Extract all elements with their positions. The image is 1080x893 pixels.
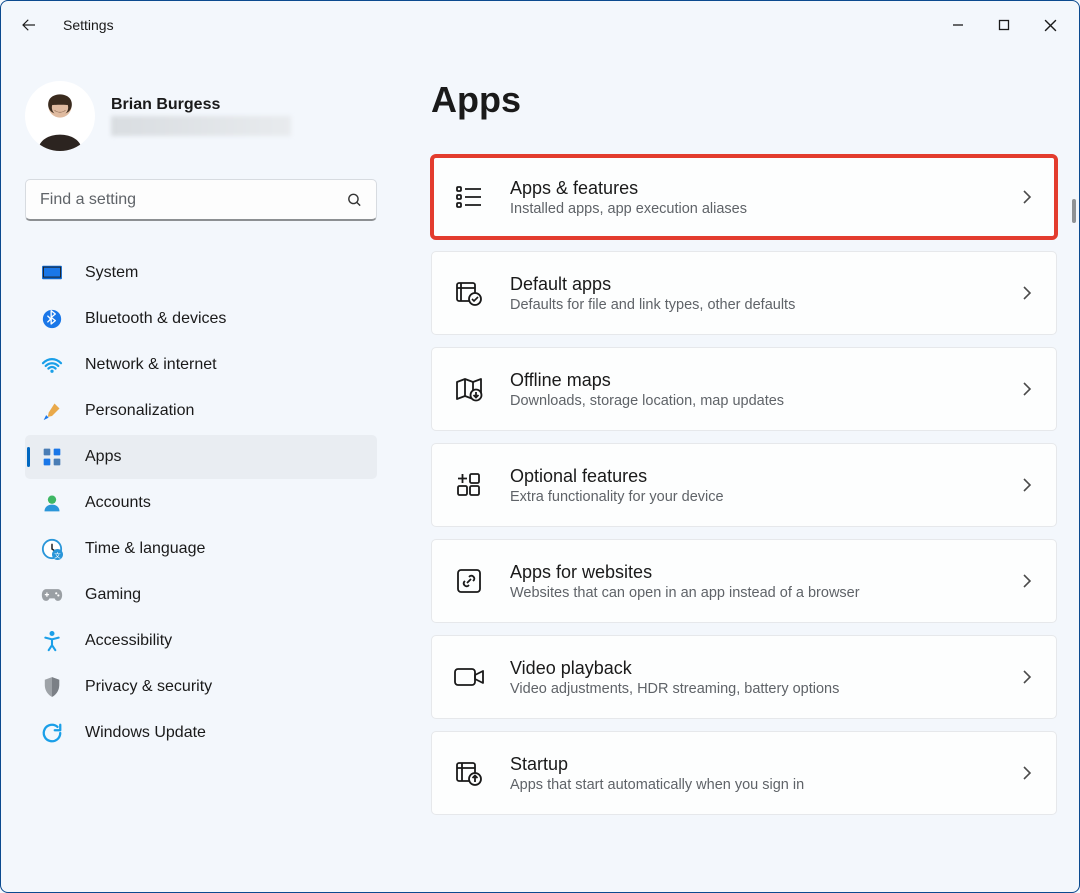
chevron-right-icon (1022, 477, 1032, 493)
accounts-icon (41, 492, 63, 514)
search-input[interactable] (25, 179, 377, 221)
brush-icon (41, 400, 63, 422)
profile-email-redacted (111, 116, 291, 136)
chevron-right-icon (1022, 189, 1032, 205)
card-subtitle: Extra functionality for your device (510, 489, 998, 505)
close-icon (1044, 19, 1057, 32)
startup-icon (452, 756, 486, 790)
link-square-icon (452, 564, 486, 598)
bluetooth-icon (41, 308, 63, 330)
sidebar-item-label: Windows Update (85, 724, 206, 742)
card-subtitle: Downloads, storage location, map updates (510, 393, 998, 409)
profile-card[interactable]: Brian Burgess (25, 73, 377, 171)
chevron-right-icon (1022, 285, 1032, 301)
sidebar-item-system[interactable]: System (25, 251, 377, 295)
back-arrow-icon (20, 16, 38, 34)
apps-features-icon (452, 180, 486, 214)
chevron-right-icon (1022, 573, 1032, 589)
card-title: Video playback (510, 658, 998, 679)
profile-name: Brian Burgess (111, 96, 291, 114)
map-icon (452, 372, 486, 406)
settings-window: Settings (0, 0, 1080, 893)
card-default-apps[interactable]: Default apps Defaults for file and link … (431, 251, 1057, 335)
page-title: Apps (431, 79, 1057, 121)
maximize-icon (998, 19, 1010, 31)
sidebar-item-personalization[interactable]: Personalization (25, 389, 377, 433)
sidebar-item-accounts[interactable]: Accounts (25, 481, 377, 525)
sidebar-item-label: Time & language (85, 540, 205, 558)
sidebar-item-label: Accessibility (85, 632, 172, 650)
chevron-right-icon (1022, 765, 1032, 781)
sidebar-item-label: Privacy & security (85, 678, 212, 696)
privacy-icon (41, 676, 63, 698)
sidebar-item-label: Gaming (85, 586, 141, 604)
window-controls (935, 9, 1073, 41)
sidebar-item-label: Apps (85, 448, 121, 466)
sidebar-item-label: Accounts (85, 494, 151, 512)
apps-icon (41, 446, 63, 468)
sidebar-item-accessibility[interactable]: Accessibility (25, 619, 377, 663)
main-content: Apps Apps & features Installed apps, app… (391, 49, 1079, 892)
card-optional-features[interactable]: Optional features Extra functionality fo… (431, 443, 1057, 527)
card-title: Offline maps (510, 370, 998, 391)
sidebar-item-update[interactable]: Windows Update (25, 711, 377, 755)
sidebar-item-label: Personalization (85, 402, 194, 420)
sidebar-item-time[interactable]: 文 Time & language (25, 527, 377, 571)
titlebar: Settings (1, 1, 1079, 49)
minimize-button[interactable] (935, 9, 981, 41)
card-video-playback[interactable]: Video playback Video adjustments, HDR st… (431, 635, 1057, 719)
default-apps-icon (452, 276, 486, 310)
sidebar-item-label: Network & internet (85, 356, 217, 374)
card-title: Default apps (510, 274, 998, 295)
sidebar-item-apps[interactable]: Apps (25, 435, 377, 479)
sidebar-item-label: Bluetooth & devices (85, 310, 226, 328)
time-icon: 文 (41, 538, 63, 560)
card-startup[interactable]: Startup Apps that start automatically wh… (431, 731, 1057, 815)
card-subtitle: Apps that start automatically when you s… (510, 777, 998, 793)
card-title: Apps for websites (510, 562, 998, 583)
close-button[interactable] (1027, 9, 1073, 41)
sidebar-item-gaming[interactable]: Gaming (25, 573, 377, 617)
maximize-button[interactable] (981, 9, 1027, 41)
system-icon (41, 262, 63, 284)
sidebar-item-privacy[interactable]: Privacy & security (25, 665, 377, 709)
sidebar: Brian Burgess System (1, 49, 391, 892)
svg-text:文: 文 (54, 550, 61, 559)
back-button[interactable] (9, 5, 49, 45)
card-apps-features[interactable]: Apps & features Installed apps, app exec… (431, 155, 1057, 239)
card-offline-maps[interactable]: Offline maps Downloads, storage location… (431, 347, 1057, 431)
window-title: Settings (63, 17, 114, 33)
card-subtitle: Websites that can open in an app instead… (510, 585, 998, 601)
card-title: Optional features (510, 466, 998, 487)
video-icon (452, 660, 486, 694)
card-title: Apps & features (510, 178, 998, 199)
card-subtitle: Defaults for file and link types, other … (510, 297, 998, 313)
chevron-right-icon (1022, 669, 1032, 685)
card-apps-for-websites[interactable]: Apps for websites Websites that can open… (431, 539, 1057, 623)
avatar (25, 81, 95, 151)
update-icon (41, 722, 63, 744)
accessibility-icon (41, 630, 63, 652)
sidebar-item-bluetooth[interactable]: Bluetooth & devices (25, 297, 377, 341)
chevron-right-icon (1022, 381, 1032, 397)
card-title: Startup (510, 754, 998, 775)
nav-list: System Bluetooth & devices Network & int… (25, 251, 377, 755)
wifi-icon (41, 354, 63, 376)
cards-list: Apps & features Installed apps, app exec… (431, 155, 1057, 815)
card-subtitle: Installed apps, app execution aliases (510, 201, 998, 217)
plus-grid-icon (452, 468, 486, 502)
sidebar-item-label: System (85, 264, 138, 282)
card-subtitle: Video adjustments, HDR streaming, batter… (510, 681, 998, 697)
scrollbar-thumb[interactable] (1072, 199, 1076, 223)
sidebar-item-network[interactable]: Network & internet (25, 343, 377, 387)
minimize-icon (952, 19, 964, 31)
gaming-icon (41, 584, 63, 606)
